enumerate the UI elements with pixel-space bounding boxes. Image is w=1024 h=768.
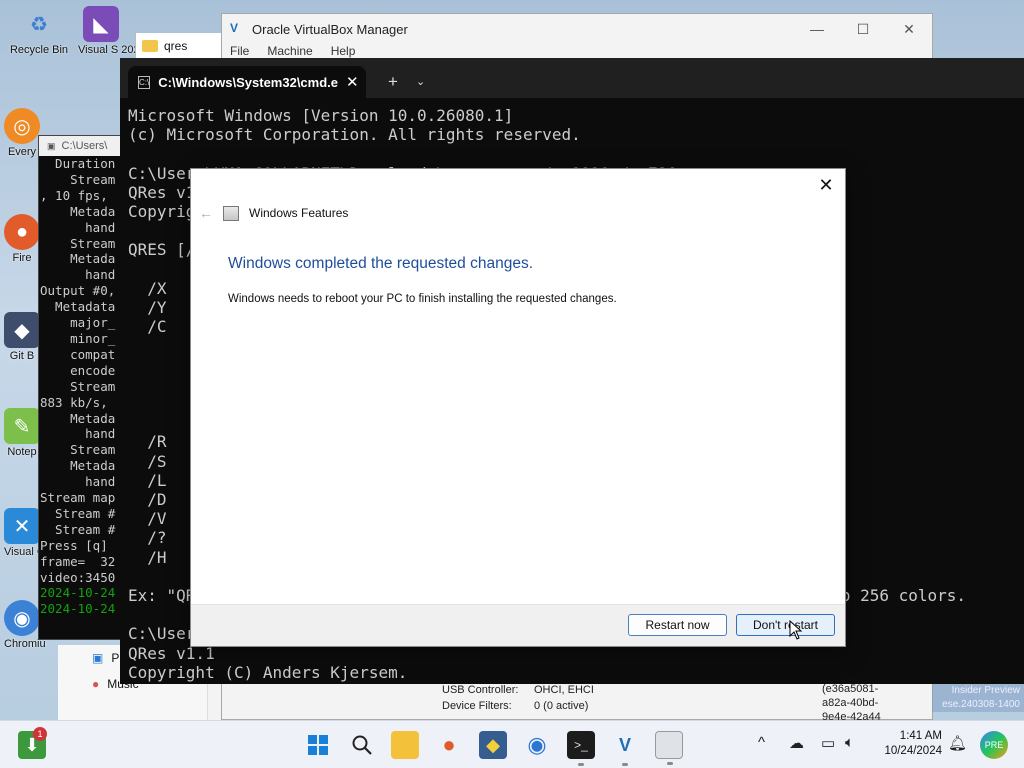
uuid-line: a82a-40bd- <box>822 697 879 709</box>
clock[interactable]: 1:41 AM 10/24/2024 <box>872 729 942 759</box>
search-icon[interactable] <box>348 731 376 759</box>
usb-controller-key: USB Controller: <box>442 684 519 696</box>
terminal-line: Microsoft Windows [Version 10.0.26080.1] <box>128 106 514 125</box>
cmd-icon: C:\ <box>138 75 151 89</box>
windows-logo-icon <box>308 735 328 755</box>
terminal-tab[interactable]: C:\ C:\Windows\System32\cmd.e ✕ <box>128 66 366 98</box>
dialog-header: ← Windows Features <box>199 205 348 221</box>
usb-details: USB Controller: OHCI, EHCI Device Filters… <box>442 682 742 714</box>
chromium-icon: ◉ <box>4 600 40 636</box>
vscode-icon: ✕ <box>4 508 40 544</box>
chevron-down-icon[interactable]: ⌄ <box>416 66 425 98</box>
device-filters-value: 0 (0 active) <box>534 700 589 712</box>
windows-features-taskbar-icon[interactable] <box>655 731 683 765</box>
usb-controller-value: OHCI, EHCI <box>534 684 594 696</box>
back-arrow-icon[interactable]: ← <box>199 205 213 221</box>
terminal-tabbar: C:\ C:\Windows\System32\cmd.e ✕ + ⌄ <box>120 58 1024 98</box>
terminal-tab-title: C:\Windows\System32\cmd.e <box>158 74 338 90</box>
folder-icon <box>142 40 158 52</box>
desktop-icon-chromium[interactable]: ◉ Chromiu <box>4 600 46 650</box>
dont-restart-button[interactable]: Don't restart <box>736 614 835 636</box>
desktop-icon-label: Recycle Bin <box>9 44 69 56</box>
desktop-icon-label: Git B <box>9 350 35 362</box>
copilot-icon[interactable]: PRE <box>980 731 1008 759</box>
tab-close-icon[interactable]: ✕ <box>346 73 359 91</box>
vm-uuid: (e36a5081- a82a-40bd- 9e4e-42a44 <box>822 682 881 724</box>
desktop-icon-everything[interactable]: ◎ Every <box>4 108 40 158</box>
insider-preview-watermark: Insider Preview ese.240308-1400 <box>932 684 1024 712</box>
clock-time: 1:41 AM <box>899 730 942 742</box>
nav-item-label: P <box>111 651 120 665</box>
terminal-line: (c) Microsoft Corporation. All rights re… <box>128 125 581 145</box>
desktop-icon-firefox[interactable]: ● Fire <box>4 214 40 264</box>
windows-features-icon <box>223 205 239 221</box>
desktop-icon-label: Notep <box>7 446 37 458</box>
virtualbox-icon: V <box>230 21 239 35</box>
desktop-icon-visual-studio[interactable]: ◣ Visual S 2022 P <box>78 6 157 56</box>
terminal-line: Copyright (C) Anders Kjersem. <box>128 662 408 682</box>
terminal-taskbar-icon[interactable]: >_ <box>567 731 595 766</box>
chrome-icon[interactable]: ◉ <box>523 731 551 759</box>
python-icon[interactable]: ◆ <box>479 731 507 759</box>
desktop-icon-notepad[interactable]: ✎ Notep <box>4 408 40 458</box>
desktop-icon-git-bash[interactable]: ◆ Git B <box>4 312 40 362</box>
file-explorer-icon[interactable] <box>391 731 419 759</box>
clock-date: 10/24/2024 <box>884 745 942 757</box>
windows-features-dialog: ✕ ← Windows Features Windows completed t… <box>190 168 846 647</box>
desktop-icon-label: Visual S 2022 P <box>78 44 157 56</box>
pictures-icon: ▣ <box>92 651 104 665</box>
explorer-tab-title: qres <box>164 39 188 53</box>
watermark-line: Insider Preview <box>951 685 1020 696</box>
desktop-icon-label: Fire <box>12 252 32 264</box>
desktop-icon-label: Chromiu <box>4 638 46 650</box>
git-bash-icon: ◆ <box>4 312 40 348</box>
desktop-icon-recycle-bin[interactable]: ♻ Recycle Bin <box>4 6 74 57</box>
virtualbox-title: Oracle VirtualBox Manager <box>252 21 408 37</box>
console2-title: C:\Users\ <box>61 140 108 152</box>
minimize-icon[interactable]: — <box>794 21 840 38</box>
firefox-taskbar-icon[interactable]: ● <box>435 731 463 759</box>
dialog-heading: Windows completed the requested changes. <box>228 255 534 272</box>
maximize-icon[interactable]: ☐ <box>840 21 886 38</box>
virtualbox-taskbar-icon[interactable]: V <box>611 731 639 766</box>
dialog-footer: Restart now Don't restart <box>191 604 845 646</box>
close-icon[interactable]: ✕ <box>815 175 837 196</box>
dialog-title: Windows Features <box>249 206 349 220</box>
cloud-icon[interactable]: ☁ <box>789 734 804 752</box>
desktop-icon-label: Visual Co <box>4 546 51 558</box>
device-filters-key: Device Filters: <box>442 700 512 712</box>
restart-now-button[interactable]: Restart now <box>628 614 727 636</box>
everything-icon: ◎ <box>4 108 40 144</box>
taskbar: ⬇ 1 ● ◆ ◉ >_ V ^ ☁ ▭ 🔈︎ 1:41 AM 10/24/20… <box>0 720 1024 768</box>
virtualbox-titlebar[interactable]: V Oracle VirtualBox Manager — ☐ ✕ <box>222 14 932 44</box>
desktop-icon-label: Every <box>7 146 37 158</box>
close-icon[interactable]: ✕ <box>886 21 932 38</box>
start-button[interactable] <box>304 731 332 759</box>
watermark-line: ese.240308-1400 <box>942 699 1020 710</box>
music-icon: ● <box>92 677 100 691</box>
chevron-up-icon[interactable]: ^ <box>758 734 765 751</box>
visual-studio-icon: ◣ <box>83 6 119 42</box>
explorer-tab[interactable]: qres <box>136 33 221 59</box>
bell-icon[interactable]: 🔔︎ <box>948 734 967 752</box>
console-icon: ▣ <box>47 140 56 151</box>
desktop-icon-vscode[interactable]: ✕ Visual Co <box>4 508 51 558</box>
dialog-message: Windows needs to reboot your PC to finis… <box>228 293 617 305</box>
notepad-icon: ✎ <box>4 408 40 444</box>
mouse-cursor-icon <box>789 620 803 640</box>
network-icon[interactable]: ▭ <box>821 734 835 752</box>
firefox-icon: ● <box>4 214 40 250</box>
recycle-bin-icon: ♻ <box>30 13 48 36</box>
volume-icon[interactable]: 🔈︎ <box>845 734 854 751</box>
new-tab-icon[interactable]: + <box>388 66 398 98</box>
uuid-line: (e36a5081- <box>822 683 879 695</box>
notification-badge: 1 <box>33 727 47 741</box>
